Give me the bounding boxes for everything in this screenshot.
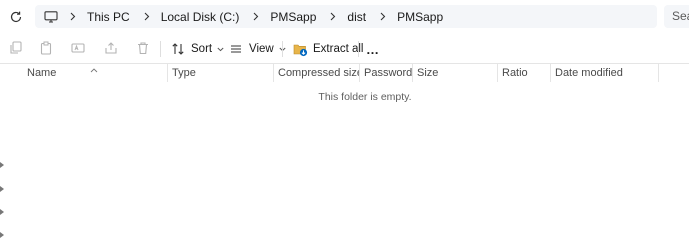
column-header-ratio[interactable]: Ratio [497,64,550,82]
share-icon[interactable] [103,40,119,56]
column-header-row: Name Type Compressed size Password p... … [0,64,689,82]
column-header-name[interactable]: Name [22,64,166,82]
column-header-date-modified[interactable]: Date modified [550,64,658,82]
empty-folder-message: This folder is empty. [318,91,412,103]
more-options-button[interactable]: … [366,39,379,59]
column-header-size[interactable]: Size [412,64,497,82]
toolbar-divider [358,41,359,57]
breadcrumb-pmsapp-current[interactable]: PMSapp [397,10,443,24]
expand-arrow-icon[interactable] [0,225,5,238]
more-options-label: … [366,41,379,57]
breadcrumb-pmsapp[interactable]: PMSapp [270,10,316,24]
toolbar-divider [282,41,283,57]
sort-label: Sort [191,43,213,55]
view-label: View [249,43,274,55]
breadcrumb-local-disk[interactable]: Local Disk (C:) [161,10,240,24]
command-bar: Sort View Extract all … [0,34,689,64]
this-pc-icon[interactable] [44,10,58,24]
chevron-right-icon[interactable] [328,12,338,22]
column-header-password[interactable]: Password p... [359,64,412,82]
extract-zip-icon [292,41,308,57]
breadcrumb-this-pc[interactable]: This PC [87,10,130,24]
expand-arrow-icon[interactable] [0,179,5,192]
extract-all-button[interactable]: Extract all [292,39,364,59]
file-explorer-window: This PC Local Disk (C:) PMSapp dist PMSa… [0,0,689,249]
view-icon [228,41,244,57]
toolbar-divider [160,41,161,57]
refresh-icon[interactable] [8,9,24,25]
column-header-type[interactable]: Type [167,64,273,82]
column-divider[interactable] [658,64,659,82]
search-input[interactable]: Search [664,5,689,28]
extract-all-label: Extract all [313,43,364,55]
expand-arrow-icon[interactable] [0,155,5,168]
copy-icon[interactable] [8,40,24,56]
address-bar[interactable]: This PC Local Disk (C:) PMSapp dist PMSa… [35,5,657,28]
breadcrumb-dist[interactable]: dist [347,10,366,24]
chevron-right-icon[interactable] [68,12,78,22]
column-header-compressed-size[interactable]: Compressed size [273,64,359,82]
chevron-down-icon [217,45,225,53]
view-button[interactable]: View [228,39,287,59]
chevron-right-icon[interactable] [142,12,152,22]
paste-icon[interactable] [38,40,54,56]
sort-icon [170,41,186,57]
chevron-right-icon[interactable] [251,12,261,22]
expand-arrow-icon[interactable] [0,202,5,215]
rename-icon[interactable] [70,40,86,56]
sort-button[interactable]: Sort [170,39,225,59]
delete-icon[interactable] [135,40,151,56]
address-row: This PC Local Disk (C:) PMSapp dist PMSa… [0,0,689,34]
chevron-right-icon[interactable] [378,12,388,22]
